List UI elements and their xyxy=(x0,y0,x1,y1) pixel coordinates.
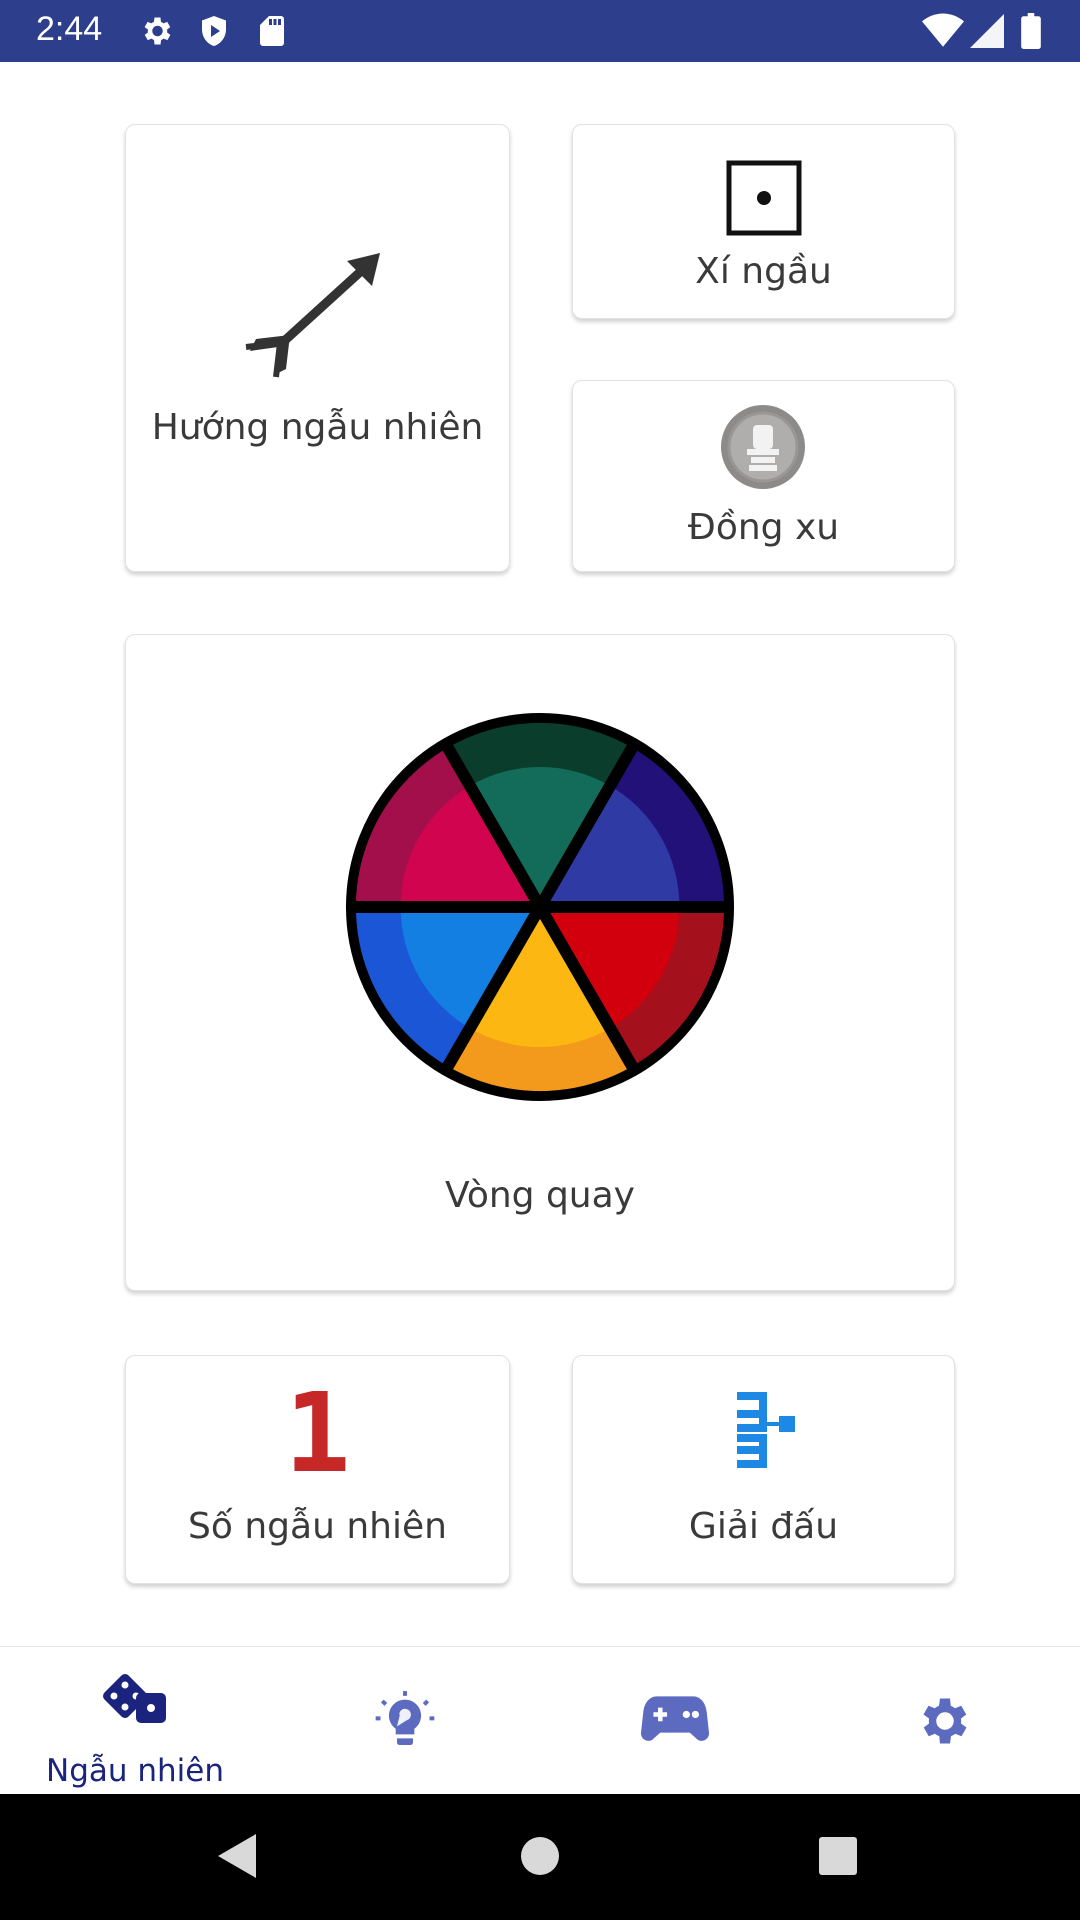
wheel-label: Vòng quay xyxy=(444,1175,635,1216)
nav-item-settings[interactable] xyxy=(810,1647,1080,1795)
random-direction-label: Hướng ngẫu nhiên xyxy=(151,407,484,448)
tournament-label: Giải đấu xyxy=(688,1506,839,1547)
arrow-icon xyxy=(245,253,380,378)
number-one-icon: 1 xyxy=(284,1369,351,1497)
wheel-card[interactable]: Vòng quay xyxy=(125,634,955,1291)
coin-card[interactable]: Đồng xu xyxy=(572,380,955,572)
coin-label: Đồng xu xyxy=(687,507,840,548)
recents-icon[interactable] xyxy=(818,1836,858,1876)
system-navigation-bar xyxy=(0,1794,1080,1920)
coin-icon xyxy=(721,405,805,489)
bottom-navigation: Ngẫu nhiên xyxy=(0,1646,1080,1795)
status-time: 2:44 xyxy=(36,10,103,48)
back-icon[interactable] xyxy=(216,1832,260,1880)
gamepad-icon xyxy=(641,1696,709,1741)
nav-item-games[interactable] xyxy=(540,1647,810,1795)
gear-icon xyxy=(144,17,171,45)
nav-label-random: Ngẫu nhiên xyxy=(46,1753,224,1789)
nav-item-ideas[interactable] xyxy=(270,1647,540,1795)
dice-label: Xí ngầu xyxy=(695,251,832,292)
shield-icon xyxy=(202,16,226,46)
nav-item-random[interactable]: Ngẫu nhiên xyxy=(0,1647,270,1795)
signal-icon xyxy=(970,14,1004,48)
tournament-bracket-icon xyxy=(737,1392,795,1468)
sd-card-icon xyxy=(260,16,284,46)
dice-icon xyxy=(103,1674,166,1723)
home-icon[interactable] xyxy=(520,1836,560,1876)
status-bar: 2:44 xyxy=(0,0,1080,62)
random-direction-card[interactable]: Hướng ngẫu nhiên xyxy=(125,124,510,572)
spinning-wheel-icon xyxy=(345,712,735,1102)
lightbulb-icon xyxy=(375,1691,435,1745)
random-number-label: Số ngẫu nhiên xyxy=(188,1506,447,1547)
dice-one-icon xyxy=(726,160,802,236)
random-number-card[interactable]: 1 Số ngẫu nhiên xyxy=(125,1355,510,1584)
wifi-icon xyxy=(922,13,964,47)
battery-icon xyxy=(1021,13,1041,49)
dice-card[interactable]: Xí ngầu xyxy=(572,124,955,319)
tournament-card[interactable]: Giải đấu xyxy=(572,1355,955,1584)
gear-icon xyxy=(923,1698,967,1744)
